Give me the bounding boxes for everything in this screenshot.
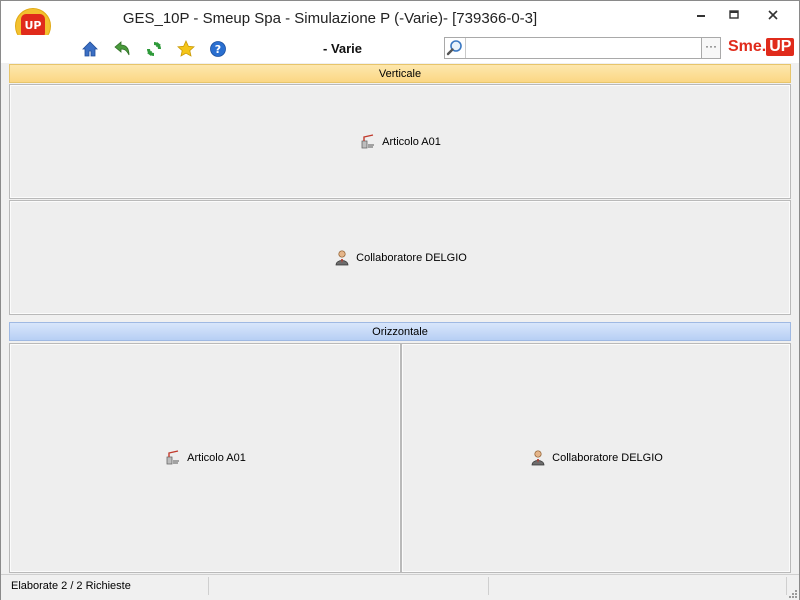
- restore-button[interactable]: [723, 7, 745, 27]
- home-icon: [82, 41, 98, 57]
- title-bar: UP GES_10P - Smeup Spa - Simulazione P (…: [1, 1, 799, 44]
- vertical-group-header: Verticale: [9, 64, 791, 83]
- brand-logo-left: Sme.: [728, 38, 767, 55]
- minimize-icon: [697, 15, 705, 17]
- collaborator-label: Collaboratore DELGIO: [356, 251, 467, 264]
- list-item[interactable]: Collaboratore DELGIO: [333, 249, 467, 267]
- vertical-panel-article[interactable]: Articolo A01: [9, 84, 791, 199]
- back-icon: [114, 41, 130, 56]
- search-input[interactable]: [467, 39, 707, 58]
- article-label: Articolo A01: [187, 452, 246, 464]
- article-icon: [361, 133, 375, 148]
- person-icon: [531, 450, 545, 466]
- minimize-button[interactable]: [690, 7, 712, 27]
- back-button[interactable]: [112, 39, 132, 59]
- status-bar: Elaborate 2 / 2 Richieste: [1, 574, 799, 600]
- status-text: Elaborate 2 / 2 Richieste: [9, 577, 209, 595]
- home-button[interactable]: [80, 39, 100, 59]
- help-button[interactable]: ?: [208, 39, 228, 59]
- search-box[interactable]: ···: [444, 37, 721, 59]
- help-icon: ?: [210, 41, 226, 57]
- list-item[interactable]: Articolo A01: [164, 449, 246, 467]
- close-icon: [768, 10, 778, 20]
- refresh-button[interactable]: [144, 39, 164, 59]
- collaborator-label: Collaboratore DELGIO: [552, 452, 663, 464]
- status-cell-2: [209, 577, 489, 595]
- brand-logo: Sme. UP: [728, 38, 795, 56]
- favorite-star-icon: [177, 40, 195, 57]
- refresh-icon: [147, 42, 161, 56]
- horizontal-panel-article[interactable]: Articolo A01: [9, 343, 401, 573]
- app-window: UP GES_10P - Smeup Spa - Simulazione P (…: [0, 0, 800, 600]
- vertical-panel-collaborator[interactable]: Collaboratore DELGIO: [9, 200, 791, 315]
- article-icon: [166, 450, 180, 465]
- resize-grip-icon[interactable]: [787, 588, 797, 598]
- horizontal-panel-collaborator[interactable]: Collaboratore DELGIO: [401, 343, 791, 573]
- brand-logo-right: UP: [766, 38, 795, 56]
- search-more-button[interactable]: ···: [701, 38, 720, 58]
- search-icon[interactable]: [445, 38, 466, 58]
- list-item[interactable]: Collaboratore DELGIO: [529, 449, 663, 467]
- favorite-button[interactable]: [176, 39, 196, 59]
- horizontal-group-header: Orizzontale: [9, 322, 791, 341]
- status-cell-3: [489, 577, 787, 595]
- restore-icon: [729, 10, 739, 19]
- person-icon: [335, 249, 349, 265]
- svg-text:?: ?: [215, 43, 221, 56]
- close-button[interactable]: [762, 7, 784, 27]
- toolbar: ? - Varie ··· Sme. UP: [1, 35, 799, 63]
- article-label: Articolo A01: [382, 135, 441, 148]
- window-title: GES_10P - Smeup Spa - Simulazione P (-Va…: [122, 10, 538, 27]
- section-label: - Varie: [323, 41, 363, 56]
- list-item[interactable]: Articolo A01: [359, 133, 441, 151]
